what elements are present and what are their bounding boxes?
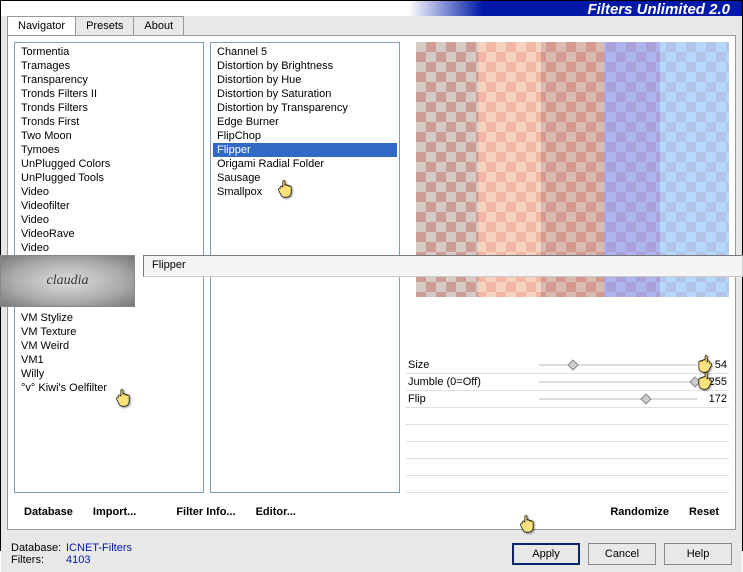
list-item[interactable]: FlipChop — [213, 129, 397, 143]
import-button[interactable]: Import... — [83, 502, 146, 522]
list-item[interactable]: °v° Kiwi's Oelfilter — [17, 381, 201, 395]
cancel-button[interactable]: Cancel — [588, 543, 656, 565]
list-item[interactable]: Video — [17, 185, 201, 199]
filter-header: claudia Flipper — [0, 255, 743, 310]
reset-button[interactable]: Reset — [679, 502, 729, 522]
list-item[interactable]: Edge Burner — [213, 115, 397, 129]
param-value: 54 — [697, 359, 727, 371]
list-item[interactable]: VM1 — [17, 353, 201, 367]
list-item[interactable]: Tronds Filters II — [17, 87, 201, 101]
help-button[interactable]: Help — [664, 543, 732, 565]
list-item[interactable]: Distortion by Transparency — [213, 101, 397, 115]
filter-info-button[interactable]: Filter Info... — [166, 502, 245, 522]
apply-button[interactable]: Apply — [512, 543, 580, 565]
param-slider[interactable] — [539, 375, 697, 389]
list-item[interactable]: Sausage — [213, 171, 397, 185]
param-row-empty — [406, 408, 729, 425]
list-item[interactable]: Channel 5 — [213, 45, 397, 59]
param-row: Size 54 — [406, 357, 729, 374]
param-row: Flip 172 — [406, 391, 729, 408]
param-row: Jumble (0=Off) 255 — [406, 374, 729, 391]
param-value: 172 — [697, 393, 727, 405]
filters-value: 4103 — [66, 554, 90, 566]
param-slider[interactable] — [539, 392, 697, 406]
watermark-logo: claudia — [0, 255, 135, 307]
param-row-empty — [406, 442, 729, 459]
list-item[interactable]: VM Texture — [17, 325, 201, 339]
app-window: Filters Unlimited 2.0 Navigator Presets … — [0, 0, 743, 551]
list-item[interactable]: Transparency — [17, 73, 201, 87]
list-item[interactable]: Tramages — [17, 59, 201, 73]
tab-navigator[interactable]: Navigator — [7, 16, 76, 35]
db-label: Database: — [11, 542, 66, 554]
status-bar: Database:ICNET-Filters Filters:4103 Appl… — [1, 536, 742, 572]
list-item[interactable]: Distortion by Brightness — [213, 59, 397, 73]
right-panel: claudia Flipper Size 54 Jumble (0=Off) 2… — [406, 42, 729, 493]
param-slider[interactable] — [539, 358, 697, 372]
list-item[interactable]: Distortion by Hue — [213, 73, 397, 87]
param-row-empty — [406, 425, 729, 442]
list-item[interactable]: Willy — [17, 367, 201, 381]
param-label: Jumble (0=Off) — [408, 376, 539, 388]
list-item[interactable]: Tronds Filters — [17, 101, 201, 115]
tab-presets[interactable]: Presets — [75, 16, 134, 35]
list-item[interactable]: VideoRave — [17, 227, 201, 241]
param-label: Size — [408, 359, 539, 371]
database-button[interactable]: Database — [14, 502, 83, 522]
main-area: Tormentia Tramages Transparency Tronds F… — [14, 42, 729, 493]
editor-button[interactable]: Editor... — [246, 502, 306, 522]
list-item[interactable]: Flipper — [213, 143, 397, 157]
list-item[interactable]: UnPlugged Colors — [17, 157, 201, 171]
filters-label: Filters: — [11, 554, 66, 566]
tabs: Navigator Presets About — [1, 16, 742, 35]
list-item[interactable]: VM Stylize — [17, 311, 201, 325]
param-row-empty — [406, 459, 729, 476]
list-item[interactable]: VM Weird — [17, 339, 201, 353]
current-filter-name: Flipper — [143, 255, 743, 277]
param-label: Flip — [408, 393, 539, 405]
list-item[interactable]: Video — [17, 213, 201, 227]
randomize-button[interactable]: Randomize — [600, 502, 679, 522]
params: Size 54 Jumble (0=Off) 255 Flip 172 — [406, 357, 729, 493]
list-item[interactable]: Tymoes — [17, 143, 201, 157]
tab-about[interactable]: About — [133, 16, 184, 35]
list-item[interactable]: Distortion by Saturation — [213, 87, 397, 101]
content: Tormentia Tramages Transparency Tronds F… — [7, 35, 736, 530]
param-row-empty — [406, 476, 729, 493]
list-item[interactable]: Video — [17, 241, 201, 255]
footer-buttons: Database Import... Filter Info... Editor… — [14, 493, 729, 523]
list-item[interactable]: Two Moon — [17, 129, 201, 143]
db-value: ICNET-Filters — [66, 542, 132, 554]
param-value: 255 — [697, 376, 727, 388]
list-item[interactable]: Videofilter — [17, 199, 201, 213]
list-item[interactable]: Origami Radial Folder — [213, 157, 397, 171]
list-item[interactable]: Tronds First — [17, 115, 201, 129]
list-item[interactable]: Tormentia — [17, 45, 201, 59]
list-item[interactable]: UnPlugged Tools — [17, 171, 201, 185]
list-item[interactable]: Smallpox — [213, 185, 397, 199]
status-info: Database:ICNET-Filters Filters:4103 — [11, 542, 132, 566]
